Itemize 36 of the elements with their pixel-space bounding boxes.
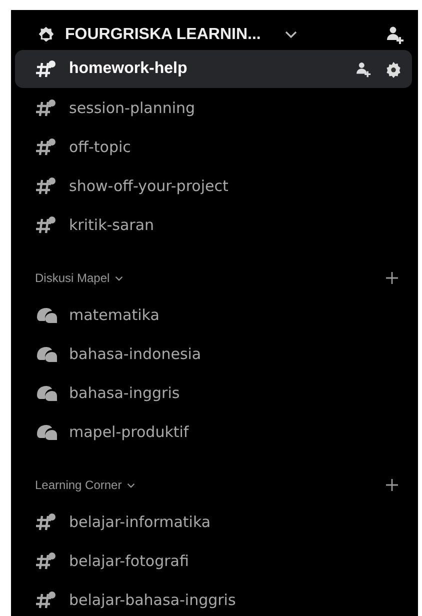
add-member-icon[interactable] <box>354 60 371 78</box>
channel-item[interactable]: mapel-produktif <box>15 413 412 451</box>
server-name[interactable]: FOURGRISKA LEARNIN... <box>65 26 261 44</box>
thread-channel-icon <box>35 551 57 571</box>
category-header[interactable]: Learning Corner <box>35 478 122 492</box>
category-header[interactable]: Diskusi Mapel <box>35 271 110 285</box>
forum-icon <box>35 422 57 442</box>
add-member-icon[interactable] <box>384 25 404 45</box>
chevron-down-icon[interactable] <box>284 31 297 39</box>
add-icon[interactable] <box>386 272 398 284</box>
channel-item[interactable]: kritik-saran <box>15 206 412 244</box>
channel-item[interactable]: belajar-informatika <box>15 503 412 541</box>
forum-icon <box>35 383 57 403</box>
settings-icon[interactable] <box>385 60 402 78</box>
channel-item[interactable]: bahasa-indonesia <box>15 335 412 373</box>
thread-channel-icon <box>35 215 57 235</box>
server-icon <box>37 26 55 44</box>
add-icon[interactable] <box>386 479 398 491</box>
channel-item[interactable]: belajar-fotografi <box>15 542 412 580</box>
thread-channel-icon <box>35 176 57 196</box>
thread-channel-icon <box>35 590 57 610</box>
thread-channel-icon <box>35 512 57 532</box>
channel-item[interactable]: off-topic <box>15 128 412 166</box>
forum-icon <box>35 344 57 364</box>
chevron-down-icon[interactable] <box>126 482 135 488</box>
chevron-down-icon[interactable] <box>114 276 123 280</box>
channel-item[interactable]: session-planning <box>15 89 412 127</box>
channel-item[interactable]: matematika <box>15 296 412 334</box>
channel-item[interactable]: belajar-bahasa-inggris <box>15 581 412 616</box>
channel-item[interactable]: bahasa-inggris <box>15 374 412 412</box>
channel-item[interactable]: show-off-your-project <box>15 167 412 205</box>
thread-channel-icon <box>35 98 57 118</box>
forum-icon <box>35 305 57 325</box>
thread-channel-icon <box>35 137 57 157</box>
thread-channel-icon <box>35 59 57 79</box>
channel-item[interactable]: homework-help <box>15 50 412 88</box>
